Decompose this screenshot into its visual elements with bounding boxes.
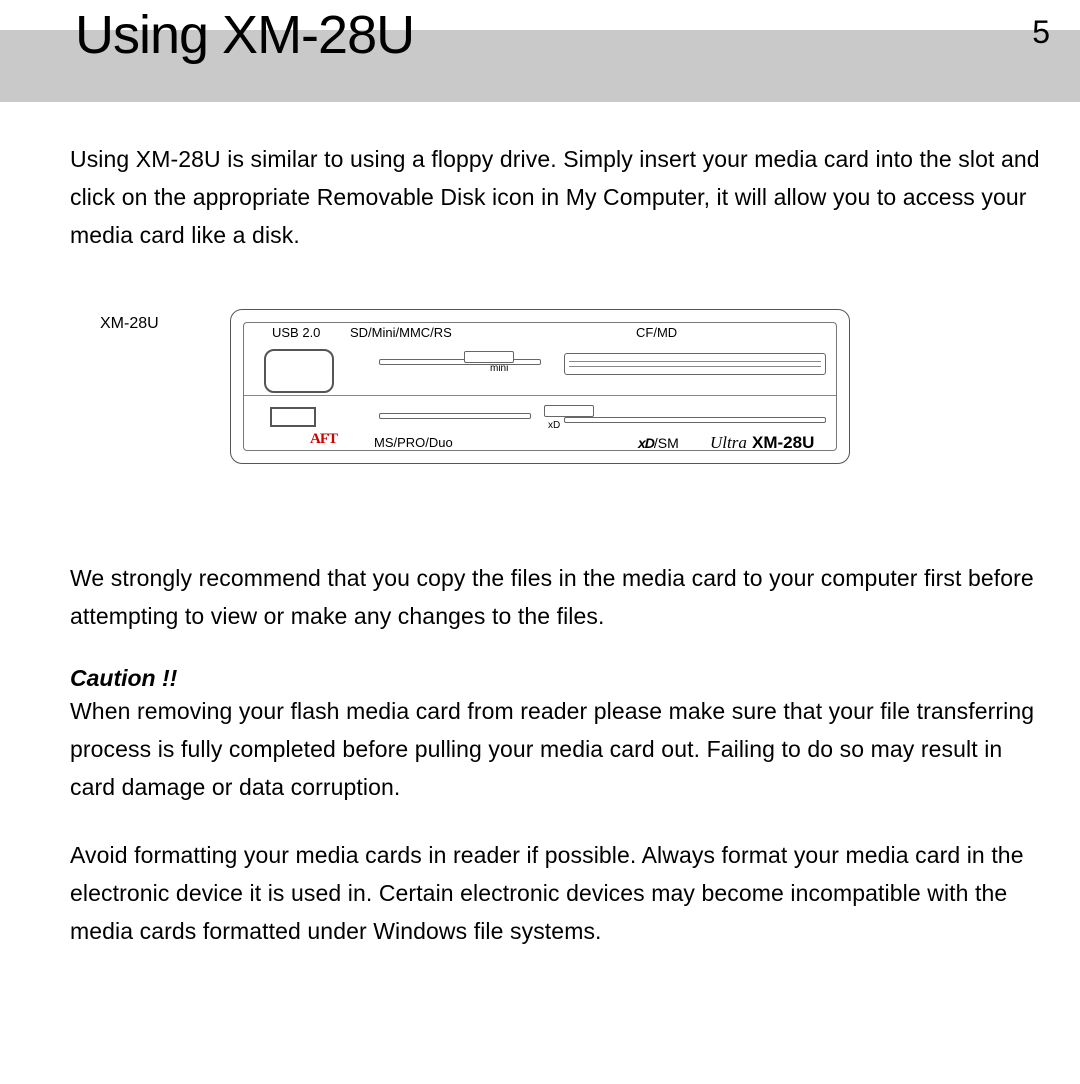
brand-logo: AFT [310,431,337,448]
intro-paragraph: Using XM-28U is similar to using a flopp… [70,140,1050,254]
device-frame: USB 2.0 SD/Mini/MMC/RS CF/MD mini xD AFT… [230,309,850,464]
model-label: XM-28U [752,433,814,453]
device-side-label: XM-28U [100,315,159,333]
ms-slot-icon [379,413,531,419]
recommend-paragraph: We strongly recommend that you copy the … [70,559,1050,635]
ms-label: MS/PRO/Duo [374,435,453,450]
ultra-label: Ultra [710,433,747,453]
device-divider [244,395,836,396]
caution-heading: Caution !! [70,665,1050,692]
xd-label: xD [548,420,560,431]
cf-label: CF/MD [636,325,677,340]
sd-slot-icon [379,359,541,365]
xdsm-label: xD/SM [638,435,679,451]
sd-label: SD/Mini/MMC/RS [350,325,452,340]
usb-label: USB 2.0 [272,325,320,340]
document-page: Using XM-28U 5 Using XM-28U is similar t… [0,0,1080,1084]
device-illustration: XM-28U USB 2.0 SD/Mini/MMC/RS CF/MD mini… [100,309,1050,469]
device-inner-frame: USB 2.0 SD/Mini/MMC/RS CF/MD mini xD AFT… [243,322,837,451]
page-title: Using XM-28U [75,4,414,66]
xd-slot-icon [544,405,594,417]
sm-slot-icon [564,417,826,423]
small-port-icon [270,407,316,427]
format-advice: Avoid formatting your media cards in rea… [70,836,1050,950]
mini-slot-icon [464,351,514,363]
page-number: 5 [1032,14,1050,51]
caution-body: When removing your flash media card from… [70,692,1050,806]
usb-port-icon [264,349,334,393]
cf-slot-icon [564,353,826,375]
content-area: Using XM-28U is similar to using a flopp… [70,140,1050,980]
